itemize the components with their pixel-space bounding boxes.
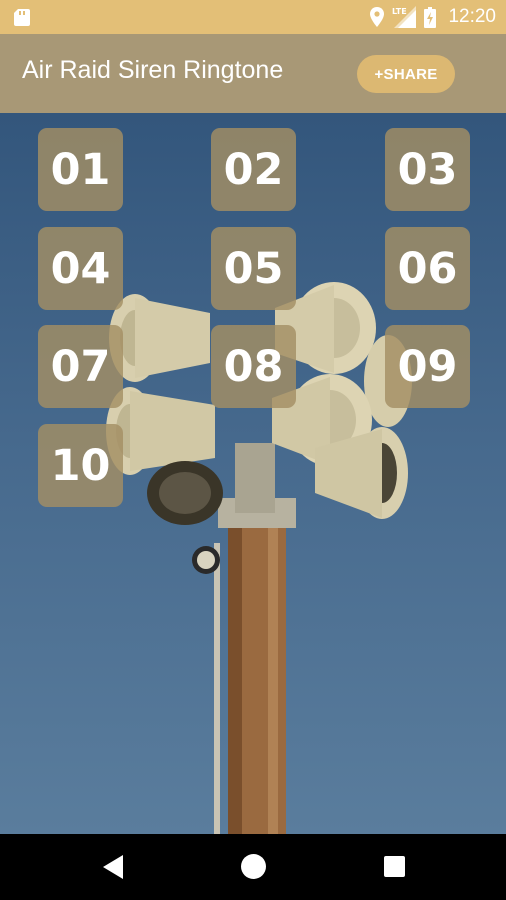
app-bar: Air Raid Siren Ringtone +SHARE (0, 34, 506, 113)
status-icons: LTE 12:20 (370, 0, 496, 34)
ringtone-button-01[interactable]: 01 (38, 128, 123, 211)
status-time: 12:20 (448, 6, 496, 27)
ringtone-button-08[interactable]: 08 (211, 325, 296, 408)
recents-icon[interactable] (384, 856, 405, 877)
home-icon[interactable] (241, 854, 266, 879)
signal-icon: LTE (392, 6, 417, 28)
ringtone-button-06[interactable]: 06 (385, 227, 470, 310)
network-type-label: LTE (392, 7, 407, 16)
share-button[interactable]: +SHARE (357, 55, 455, 93)
background-siren-photo: 01 02 03 04 05 06 07 08 09 10 (0, 113, 506, 834)
ringtone-button-09[interactable]: 09 (385, 325, 470, 408)
battery-icon (424, 6, 437, 28)
location-icon (370, 7, 385, 27)
ringtone-button-05[interactable]: 05 (211, 227, 296, 310)
system-nav-bar (0, 834, 506, 900)
app-screen: 01 02 03 04 05 06 07 08 09 10 LTE 12:20 … (0, 0, 506, 900)
sd-card-icon (14, 9, 30, 26)
back-icon[interactable] (103, 855, 123, 879)
ringtone-button-07[interactable]: 07 (38, 325, 123, 408)
ringtone-button-03[interactable]: 03 (385, 128, 470, 211)
ringtone-button-04[interactable]: 04 (38, 227, 123, 310)
ringtone-button-02[interactable]: 02 (211, 128, 296, 211)
app-title: Air Raid Siren Ringtone (22, 56, 284, 84)
status-bar: LTE 12:20 (0, 0, 506, 34)
ringtone-button-10[interactable]: 10 (38, 424, 123, 507)
